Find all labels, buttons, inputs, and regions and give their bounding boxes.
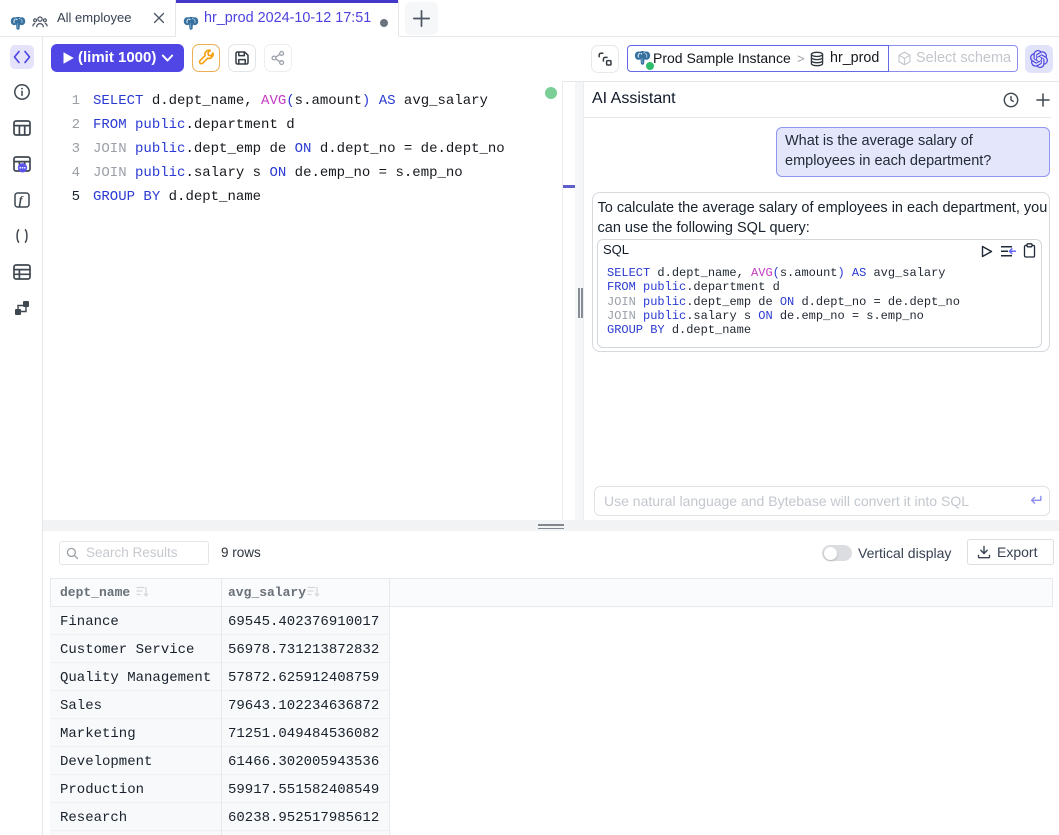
svg-text:f: f — [19, 193, 24, 207]
